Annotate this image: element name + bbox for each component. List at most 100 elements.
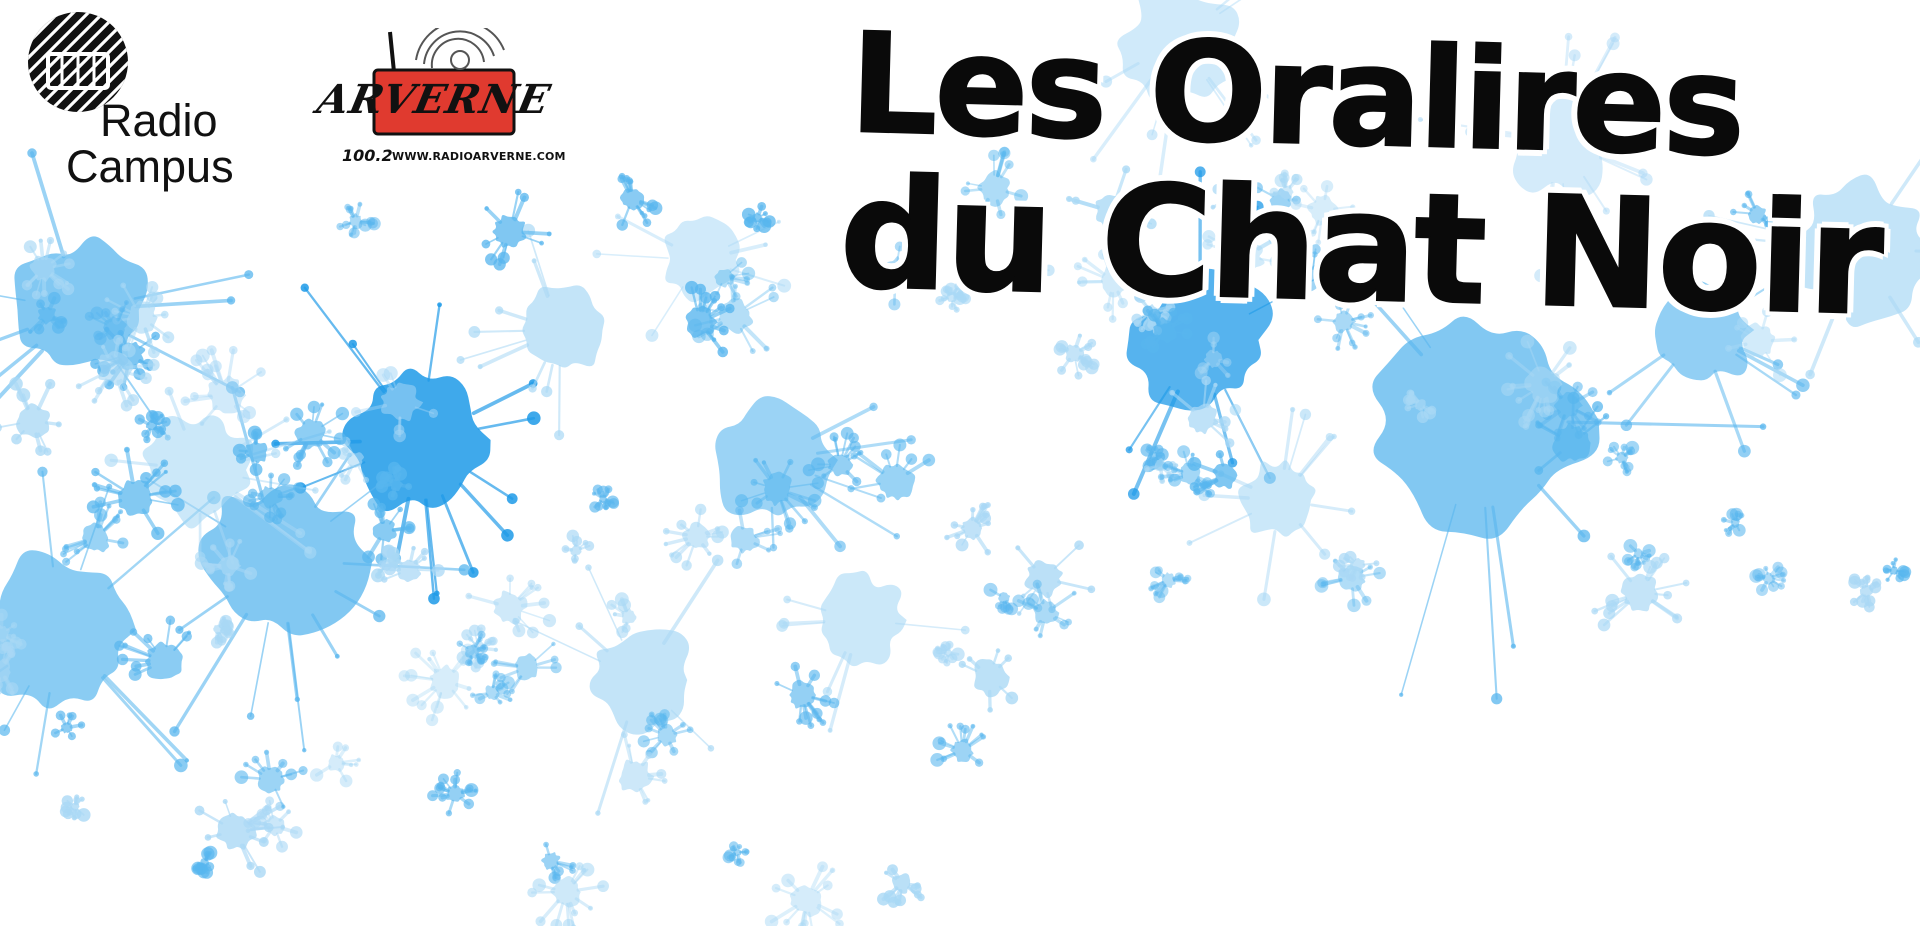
ink-droplet <box>676 519 687 530</box>
ink-streak <box>1914 249 1920 253</box>
ink-droplet <box>711 554 724 567</box>
ink-droplet <box>1510 643 1516 649</box>
ink-droplet <box>960 625 970 635</box>
ink-droplet <box>405 523 415 533</box>
ink-droplet <box>45 378 56 390</box>
ink-droplet <box>258 837 269 847</box>
ink-droplet <box>170 498 185 512</box>
ink-droplet <box>75 383 82 390</box>
ink-droplet <box>0 724 11 736</box>
ink-droplet <box>887 864 898 876</box>
ink-droplet <box>1257 592 1271 607</box>
ink-droplet <box>327 429 332 434</box>
ink-droplet <box>463 798 475 810</box>
ink-droplet <box>151 526 165 540</box>
ink-droplet <box>1732 523 1746 537</box>
ink-droplet <box>827 727 833 733</box>
ink-droplet <box>272 514 283 525</box>
ink-droplet <box>151 331 160 341</box>
ink-droplet <box>268 472 275 479</box>
ink-droplet <box>697 302 708 313</box>
ink-droplet <box>1026 593 1039 606</box>
ink-droplet <box>958 660 966 668</box>
ink-droplet <box>821 473 827 479</box>
ink-droplet <box>373 609 386 623</box>
ink-droplet <box>162 331 175 344</box>
ink-streak <box>226 348 235 383</box>
ink-droplet <box>283 416 290 423</box>
ink-droplet <box>121 344 129 352</box>
ink-droplet <box>333 432 347 446</box>
ink-droplet <box>1509 382 1516 390</box>
ink-streak <box>451 689 468 709</box>
ink-droplet <box>732 283 738 289</box>
ink-droplet <box>955 538 969 552</box>
ink-droplet <box>1620 419 1633 432</box>
ink-droplet <box>9 690 15 696</box>
ink-droplet <box>204 850 211 858</box>
ink-streak <box>664 537 688 546</box>
ink-droplet <box>281 804 286 809</box>
ink-droplet <box>1602 456 1613 467</box>
ink-droplet <box>271 448 281 459</box>
ink-droplet <box>768 283 777 292</box>
ink-droplet <box>757 219 772 233</box>
ink-streak <box>41 470 54 568</box>
ink-droplet <box>421 555 427 561</box>
ink-droplet <box>276 840 288 853</box>
ink-droplet <box>114 640 125 651</box>
ink-droplet <box>1084 343 1093 352</box>
ink-droplet <box>394 464 402 472</box>
ink-droplet <box>1361 595 1372 606</box>
ink-droplet <box>206 345 217 356</box>
ink-droplet <box>190 392 199 401</box>
ink-streak <box>534 643 555 662</box>
ink-droplet <box>774 681 780 687</box>
ink-droplet <box>1077 359 1090 371</box>
ink-droplet <box>123 446 130 453</box>
ink-droplet <box>295 528 306 539</box>
ink-droplet <box>735 858 745 867</box>
ink-droplet <box>289 826 303 839</box>
ink-droplet <box>1225 372 1231 379</box>
ink-droplet <box>1566 362 1572 368</box>
ink-droplet <box>458 564 471 576</box>
ink-droplet <box>1646 553 1652 559</box>
ink-droplet <box>741 266 756 281</box>
ink-droplet <box>1622 467 1632 477</box>
ink-droplet <box>766 547 772 553</box>
ink-droplet <box>669 746 679 756</box>
ink-droplet <box>1004 654 1013 662</box>
ink-droplet <box>810 503 818 511</box>
ink-droplet <box>550 655 559 664</box>
ink-streak <box>38 238 45 261</box>
ink-streak <box>124 447 135 485</box>
ink-droplet <box>585 564 592 571</box>
ink-droplet <box>405 483 413 491</box>
ink-streak <box>577 624 609 653</box>
ink-blob <box>515 653 538 681</box>
ink-droplet <box>561 545 570 553</box>
ink-droplet <box>387 490 398 501</box>
ink-droplet <box>146 338 153 345</box>
ink-droplet <box>374 572 382 579</box>
ink-droplet <box>1791 390 1801 400</box>
ink-droplet <box>507 697 513 703</box>
ink-droplet <box>645 751 653 759</box>
ink-droplet <box>1562 340 1577 355</box>
ink-droplet <box>1625 440 1640 455</box>
ink-droplet <box>175 625 184 634</box>
ink-droplet <box>1163 460 1174 471</box>
ink-droplet <box>757 202 767 211</box>
ink-droplet <box>735 494 749 508</box>
ink-droplet <box>1621 553 1634 566</box>
ink-droplet <box>1037 633 1043 639</box>
ink-droplet <box>304 546 317 559</box>
ink-droplet <box>987 707 993 713</box>
ink-droplet <box>362 550 375 564</box>
ink-droplet <box>947 723 953 729</box>
ink-droplet <box>543 841 549 848</box>
ink-droplet <box>428 592 440 605</box>
ink-streak <box>101 676 183 767</box>
ink-droplet <box>777 278 792 293</box>
